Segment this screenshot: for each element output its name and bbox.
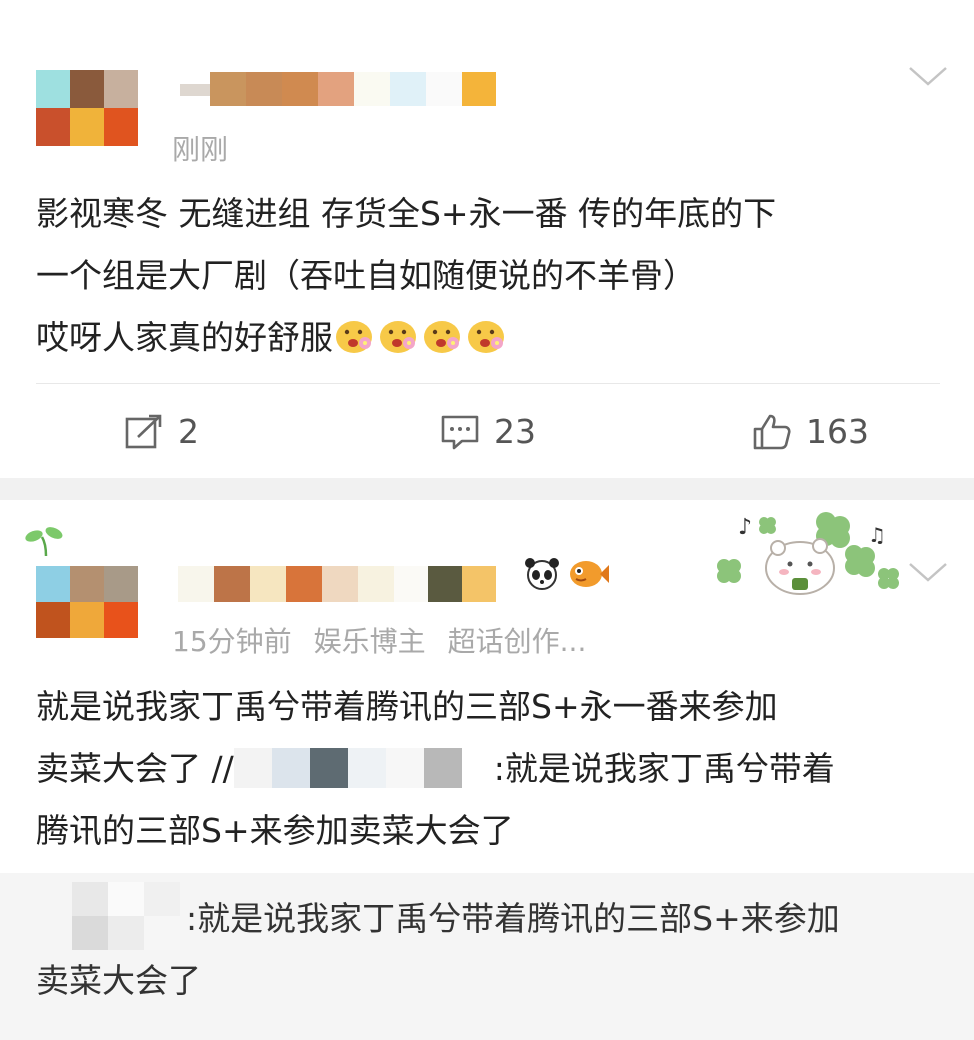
post-text-line: 一个组是大厂剧（吞吐自如随便说的不羊骨） [36,256,696,295]
flower-face-emoji-icon [468,321,504,353]
post-tag: 娱乐博主 [313,625,426,658]
post-text-line: 影视寒冬 无缝进组 存货全S+永一番 传的年底的下 [36,194,777,233]
post-card: 刚刚 影视寒冬 无缝进组 存货全S+永一番 传的年底的下 一个组是大厂剧（吞吐自… [0,0,974,478]
panda-badge-icon [525,558,559,590]
post-tag: 超话创作... [447,625,587,658]
divider [36,383,940,384]
repost-count: 2 [178,412,199,451]
redacted-username[interactable] [233,748,494,788]
post-text: 就是说我家丁禹兮带着腾讯的三部S+永一番来参加 卖菜大会了 // :就是说我家丁… [36,676,835,862]
thumbs-up-icon [753,414,791,449]
sprout-icon [25,527,63,557]
svg-text:♪: ♪ [738,515,752,540]
flower-face-emoji-icon [380,321,416,353]
comment-count: 23 [494,412,536,451]
repost-text-line: 卖菜大会了 [36,961,201,1000]
flower-face-emoji-icon [336,321,372,353]
emoji-group [333,318,509,357]
comment-button[interactable]: 23 [440,412,536,451]
post-text-line: 腾讯的三部S+来参加卖菜大会了 [36,811,514,850]
repost-text-line: :就是说我家丁禹兮带着腾讯的三部S+来参加 [186,899,840,938]
username[interactable] [180,72,500,106]
comment-icon [441,415,479,449]
post-text-line: 哎呀人家真的好舒服 [36,318,333,357]
repost-button[interactable]: 2 [124,412,199,451]
post-text-line: 卖菜大会了 // [36,749,234,788]
chevron-down-icon[interactable] [906,60,950,90]
post-meta: 15分钟前 娱乐博主 超话创作... [172,620,608,660]
svg-text:♫: ♫ [868,523,886,547]
like-count: 163 [806,412,869,451]
post-text-line: :就是说我家丁禹兮带着 [493,749,835,788]
post-time: 15分钟前 [172,625,292,658]
username[interactable] [178,566,498,602]
flower-face-emoji-icon [424,321,460,353]
post-text: 影视寒冬 无缝进组 存货全S+永一番 传的年底的下 一个组是大厂剧（吞吐自如随便… [36,183,776,369]
post-time: 刚刚 [172,133,229,166]
chevron-down-icon[interactable] [906,556,950,586]
post-text-line: 就是说我家丁禹兮带着腾讯的三部S+永一番来参加 [36,687,778,726]
repost-text: :就是说我家丁禹兮带着腾讯的三部S+来参加 卖菜大会了 [36,888,840,1012]
avatar[interactable] [36,566,138,638]
repost-icon [125,414,162,448]
decoration-sticker-icon: ♪ ♫ [717,512,899,595]
fish-badge-icon [570,561,609,587]
avatar[interactable] [36,70,138,146]
like-button[interactable]: 163 [752,412,869,451]
